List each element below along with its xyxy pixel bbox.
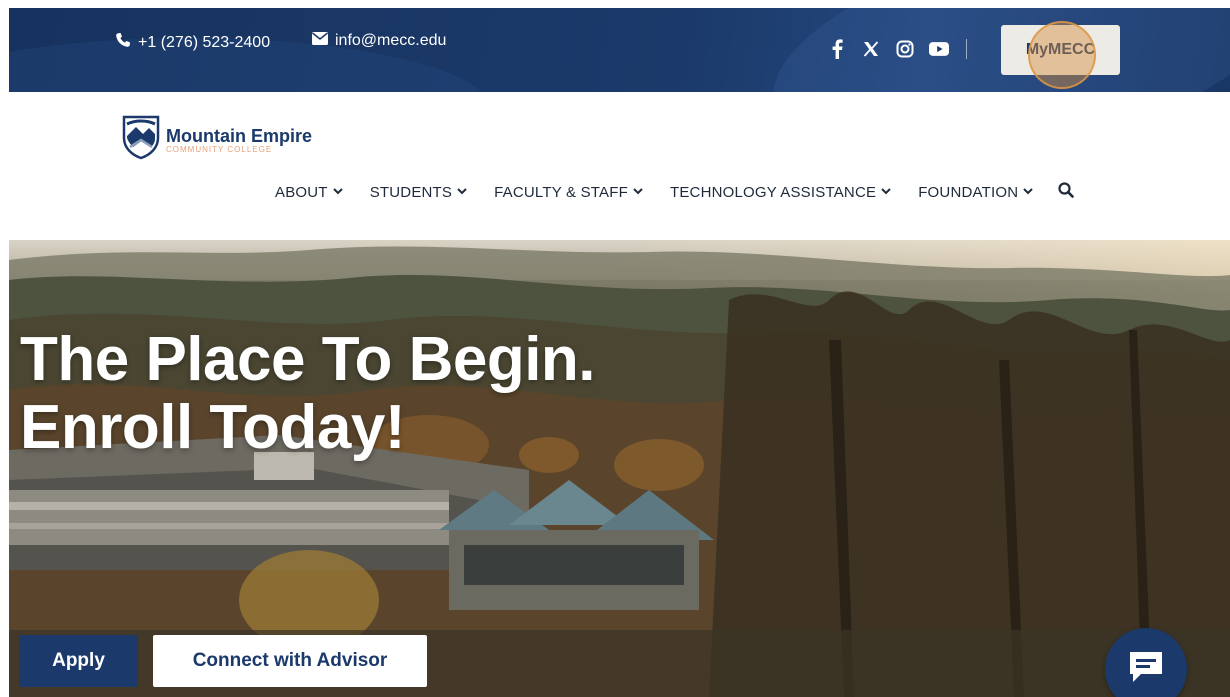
email-link[interactable]: info@mecc.edu [312, 32, 446, 50]
logo-name: Mountain Empire [166, 125, 313, 146]
site-header: Mountain Empire COMMUNITY COLLEGE ABOUT … [9, 92, 1230, 240]
nav-students[interactable]: STUDENTS [370, 184, 467, 201]
chevron-down-icon [1023, 187, 1033, 198]
nav-label: ABOUT [275, 184, 328, 201]
headline-line-1: The Place To Begin. [20, 325, 596, 394]
envelope-icon [312, 32, 328, 50]
hero-banner: The Place To Begin. Enroll Today! Apply … [9, 240, 1230, 697]
search-icon [1058, 182, 1075, 203]
campus-aerial-photo [9, 240, 1230, 697]
x-icon[interactable] [861, 38, 881, 60]
main-nav: ABOUT STUDENTS FACULTY & STAFF TECHNOLOG… [275, 182, 1075, 203]
email-address: info@mecc.edu [335, 32, 447, 49]
phone-number: +1 (276) 523-2400 [138, 33, 271, 51]
phone-icon [115, 32, 131, 53]
phone-link[interactable]: +1 (276) 523-2400 [115, 32, 270, 53]
instagram-icon[interactable] [895, 38, 915, 60]
mountain-shield-icon [121, 114, 161, 165]
chevron-down-icon [457, 187, 467, 198]
mymecc-label: MyMECC [1025, 41, 1096, 58]
nav-about[interactable]: ABOUT [275, 184, 343, 201]
topbar-divider [966, 39, 967, 59]
youtube-icon[interactable] [929, 38, 949, 60]
nav-label: FOUNDATION [918, 184, 1019, 201]
chat-icon [1127, 649, 1165, 690]
nav-label: FACULTY & STAFF [494, 184, 628, 201]
page: +1 (276) 523-2400 info@mecc.edu MyMECC M… [0, 0, 1230, 697]
nav-technology-assistance[interactable]: TECHNOLOGY ASSISTANCE [670, 184, 891, 201]
college-logo[interactable]: Mountain Empire COMMUNITY COLLEGE [121, 114, 312, 165]
logo-text: Mountain Empire COMMUNITY COLLEGE [166, 126, 312, 154]
nav-foundation[interactable]: FOUNDATION [918, 184, 1033, 201]
apply-button[interactable]: Apply [19, 635, 138, 687]
connect-advisor-button[interactable]: Connect with Advisor [153, 635, 427, 687]
chevron-down-icon [633, 187, 643, 198]
nav-label: TECHNOLOGY ASSISTANCE [669, 184, 877, 201]
nav-faculty-staff[interactable]: FACULTY & STAFF [494, 184, 643, 201]
apply-label: Apply [52, 650, 105, 671]
topbar-decoration [753, 8, 1230, 92]
nav-label: STUDENTS [369, 184, 453, 201]
chevron-down-icon [881, 187, 891, 198]
social-links [827, 38, 949, 60]
facebook-icon[interactable] [827, 38, 847, 60]
search-button[interactable] [1058, 182, 1075, 203]
logo-subtitle: COMMUNITY COLLEGE [166, 144, 273, 154]
headline-line-2: Enroll Today! [20, 393, 406, 462]
mymecc-button[interactable]: MyMECC [1001, 25, 1120, 75]
advisor-label: Connect with Advisor [192, 650, 388, 671]
hero-headline: The Place To Begin. Enroll Today! [20, 325, 596, 462]
top-bar: +1 (276) 523-2400 info@mecc.edu MyMECC [9, 8, 1230, 92]
chevron-down-icon [332, 187, 343, 198]
